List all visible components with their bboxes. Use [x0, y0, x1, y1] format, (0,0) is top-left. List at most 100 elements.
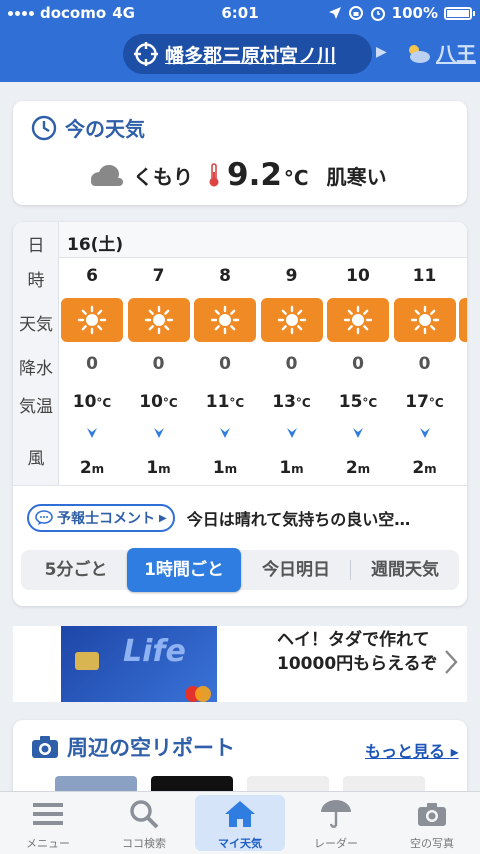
umbrella-icon [288, 797, 384, 831]
ad-banner[interactable]: Life ヘイ！タダで作れて10000円もらえるぞ [13, 626, 467, 702]
clock-icon [31, 115, 57, 140]
current-feel: 肌寒い [326, 164, 387, 189]
battery-percent: 100% [391, 4, 438, 22]
tab-hourly[interactable]: 1時間ごと [127, 548, 241, 592]
temp-unit: °C [428, 396, 444, 410]
wind-unit: m [158, 462, 171, 476]
home-icon [192, 797, 288, 831]
tabbar-item-umbrella[interactable]: レーダー [288, 791, 384, 854]
forecast-range-tabs: 5分ごと 1時間ごと 今日明日 週間天気 [21, 548, 459, 592]
current-weather-card[interactable]: 今の天気 くもり 9.2 °C 肌寒い [13, 101, 467, 205]
card-brand: Life [123, 634, 186, 669]
camera-icon [384, 797, 480, 831]
ad-card-image: Life [61, 626, 217, 702]
chevron-right-icon: ▶ [159, 512, 167, 524]
sunny-icon [194, 298, 256, 342]
see-more-link[interactable]: もっと見る ▸ [365, 738, 459, 762]
menu-icon [0, 797, 96, 831]
temp-unit: °C [96, 396, 112, 410]
hour-column: 11 0 17°C 2m [392, 258, 458, 485]
next-location-name: 八王 [436, 42, 476, 66]
target-location-icon [134, 42, 158, 66]
hour-column: 9 0 13°C 1m [259, 258, 325, 485]
wind-direction-icon [59, 426, 125, 440]
label-day: 日 [27, 236, 45, 256]
temp-unit: °C [295, 396, 311, 410]
hour-value: 8 [219, 266, 231, 286]
partial-weather-cell [459, 298, 467, 342]
tab-today-tomorrow[interactable]: 今日明日 [245, 550, 347, 590]
tab-weekly[interactable]: 週間天気 [351, 550, 459, 590]
precip-value: 0 [219, 354, 231, 374]
wind-direction-icon [259, 426, 325, 440]
tabbar-label: マイ天気 [218, 837, 262, 850]
wind-direction-icon [392, 426, 458, 440]
ad-text: ヘイ！タダで作れて10000円もらえるぞ [277, 630, 438, 674]
tabbar-label: メニュー [26, 837, 70, 850]
wind-value: 1 [146, 458, 159, 478]
wind-cell: 1m [126, 458, 192, 478]
forecaster-comment[interactable]: 予報士コメント ▶ 今日は晴れて気持ちの良い空… [27, 504, 410, 532]
sunny-icon [393, 298, 456, 342]
wind-cell: 2m [59, 458, 125, 478]
row-labels: 日 時 天気 降水 気温 風 [13, 222, 59, 485]
sky-report-heading: 周辺の空リポート [31, 732, 235, 762]
wind-direction-icon [192, 426, 258, 440]
temp-value: 10 [139, 392, 163, 412]
cloud-icon [91, 165, 123, 186]
temp-cell: 10°C [59, 392, 125, 412]
next-location[interactable]: 八王 [404, 38, 476, 67]
wind-direction-icon [325, 426, 391, 440]
sun-cloud-icon [409, 44, 430, 63]
sunny-icon [327, 298, 389, 342]
app-header: docomo 4G 6:01 100% 幡多郡三原村宮ノ川 ▶ 八王 [0, 0, 480, 82]
location-name: 幡多郡三原村宮ノ川 [165, 44, 337, 67]
wind-cell: 1m [259, 458, 325, 478]
hour-value: 6 [86, 266, 98, 286]
hour-value: 11 [412, 266, 437, 286]
tabbar-label: レーダー [314, 837, 358, 850]
hour-value: 10 [346, 266, 370, 286]
temp-unit: °C [229, 396, 245, 410]
forecaster-comment-text: 今日は晴れて気持ちの良い空… [186, 510, 411, 529]
thermometer-icon [209, 163, 219, 187]
current-temp: 9.2 [227, 157, 282, 193]
sky-report-title: 周辺の空リポート [67, 736, 235, 760]
hour-column: 7 0 10°C 1m [126, 258, 192, 485]
next-arrow-icon[interactable]: ▶ [376, 44, 387, 60]
chevron-right-icon[interactable] [443, 648, 459, 676]
precip-value: 0 [352, 354, 364, 374]
tab-5min[interactable]: 5分ごと [21, 550, 131, 590]
wind-unit: m [91, 462, 105, 476]
precip-value: 0 [152, 354, 165, 374]
sunny-icon [61, 298, 123, 342]
temp-value: 11 [205, 392, 230, 412]
lock-rotation-icon [348, 6, 363, 20]
tabbar-item-home[interactable]: マイ天気 [192, 791, 288, 854]
wind-cell: 2m [392, 458, 458, 478]
location-selector[interactable]: 幡多郡三原村宮ノ川 [123, 34, 372, 74]
chat-bubble-icon [35, 510, 53, 525]
precip-value: 0 [86, 354, 98, 374]
label-precip: 降水 [19, 359, 53, 379]
alarm-icon [370, 7, 385, 21]
forecaster-comment-button[interactable]: 予報士コメント ▶ [27, 504, 175, 532]
label-hour: 時 [27, 271, 45, 291]
mastercard-logo-2 [195, 686, 211, 702]
precip-value: 0 [285, 354, 298, 374]
tabbar-label: ココ検索 [122, 837, 166, 850]
forecast-date: 16(土) [67, 235, 124, 255]
wind-value: 1 [279, 458, 292, 478]
tabbar-item-search[interactable]: ココ検索 [96, 791, 192, 854]
divider [13, 485, 467, 486]
hour-column: 10 0 15°C 2m [325, 258, 391, 485]
temp-cell: 13°C [259, 392, 325, 412]
tabbar-item-menu[interactable]: メニュー [0, 791, 96, 854]
wind-cell: 1m [192, 458, 258, 478]
hour-column: 6 0 10°C 2m [59, 258, 125, 485]
current-condition: くもり [133, 164, 193, 189]
temp-value: 10 [72, 392, 97, 412]
hour-value: 9 [285, 266, 298, 286]
tabbar-item-camera[interactable]: 空の写真 [384, 791, 480, 854]
wind-unit: m [291, 462, 304, 476]
